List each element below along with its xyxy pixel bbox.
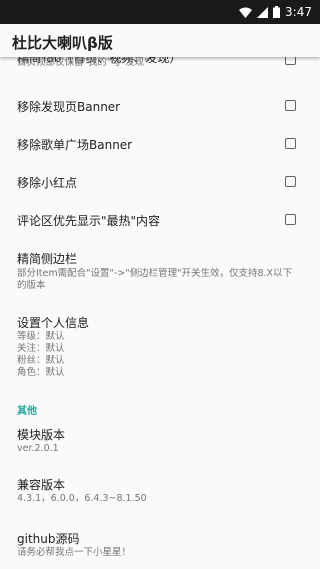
setting-subtitle: 首页顶部仅保留"我的"与"发现" xyxy=(17,57,149,68)
setting-title: github源码 xyxy=(17,532,80,546)
setting-compat-version[interactable]: 兼容版本 4.3.1，6.0.0，6.4.3~8.1.50 xyxy=(0,469,320,511)
personal-follow: 关注：默认 xyxy=(17,343,65,354)
checkbox[interactable] xyxy=(285,214,296,225)
checkbox[interactable] xyxy=(285,138,296,149)
checkbox[interactable] xyxy=(285,100,296,111)
setting-simplify-sidebar[interactable]: 精简侧边栏 部分Item需配合"设置"->"侧边栏管理"开关生效，仅支持8.X以… xyxy=(0,241,320,301)
setting-remove-red-dot[interactable]: 移除小红点 xyxy=(0,163,320,199)
setting-subtitle: 请务必帮我点一下小星星！ xyxy=(17,547,132,558)
setting-title: 兼容版本 xyxy=(17,478,66,492)
setting-remove-discover-banner[interactable]: 移除发现页Banner xyxy=(0,87,320,123)
setting-comment-hot-first[interactable]: 评论区优先显示"最热"内容 xyxy=(0,201,320,237)
setting-subtitle: 部分Item需配合"设置"->"侧边栏管理"开关生效，仅支持8.X以下的版本 xyxy=(17,268,293,291)
setting-remove-playlist-banner[interactable]: 移除歌单广场Banner xyxy=(0,125,320,161)
setting-value: ver.2.0.1 xyxy=(17,443,59,454)
setting-personal-info[interactable]: 设置个人信息 等级：默认 关注：默认 粉丝：默认 角色：默认 xyxy=(0,307,320,383)
checkbox[interactable] xyxy=(285,176,296,187)
status-bar: 3:47 xyxy=(0,0,320,24)
setting-title: 设置个人信息 xyxy=(17,316,90,330)
battery-icon xyxy=(273,6,281,18)
setting-title: 移除发现页Banner xyxy=(17,100,121,114)
personal-level: 等级：默认 xyxy=(17,331,65,342)
setting-module-version[interactable]: 模块版本 ver.2.0.1 xyxy=(0,419,320,461)
setting-github[interactable]: github源码 请务必帮我点一下小星星！ xyxy=(0,523,320,565)
setting-title: 移除小红点 xyxy=(17,176,78,190)
status-time: 3:47 xyxy=(285,5,312,19)
setting-value: 4.3.1，6.0.0，6.4.3~8.1.50 xyxy=(17,493,147,504)
setting-title: 精简侧边栏 xyxy=(17,252,78,266)
app-bar: 杜比大喇叭β版 xyxy=(0,24,320,57)
signal-icon xyxy=(257,6,269,18)
setting-title: 模块版本 xyxy=(17,428,66,442)
page-title: 杜比大喇叭β版 xyxy=(12,34,113,52)
setting-title: 移除歌单广场Banner xyxy=(17,138,133,152)
status-icons: 3:47 xyxy=(239,0,312,24)
setting-title: 评论区优先显示"最热"内容 xyxy=(17,214,161,228)
personal-fans: 粉丝：默认 xyxy=(17,355,65,366)
setting-simplify-tab[interactable]: 精简Tab（首页、视频、发现） 首页顶部仅保留"我的"与"发现" xyxy=(0,57,320,85)
wifi-icon xyxy=(239,7,253,18)
settings-list[interactable]: 精简Tab（首页、视频、发现） 首页顶部仅保留"我的"与"发现" 移除发现页Ba… xyxy=(0,57,320,569)
checkbox[interactable] xyxy=(285,57,296,65)
personal-role: 角色：默认 xyxy=(17,367,65,378)
category-other: 其他 xyxy=(17,406,37,417)
